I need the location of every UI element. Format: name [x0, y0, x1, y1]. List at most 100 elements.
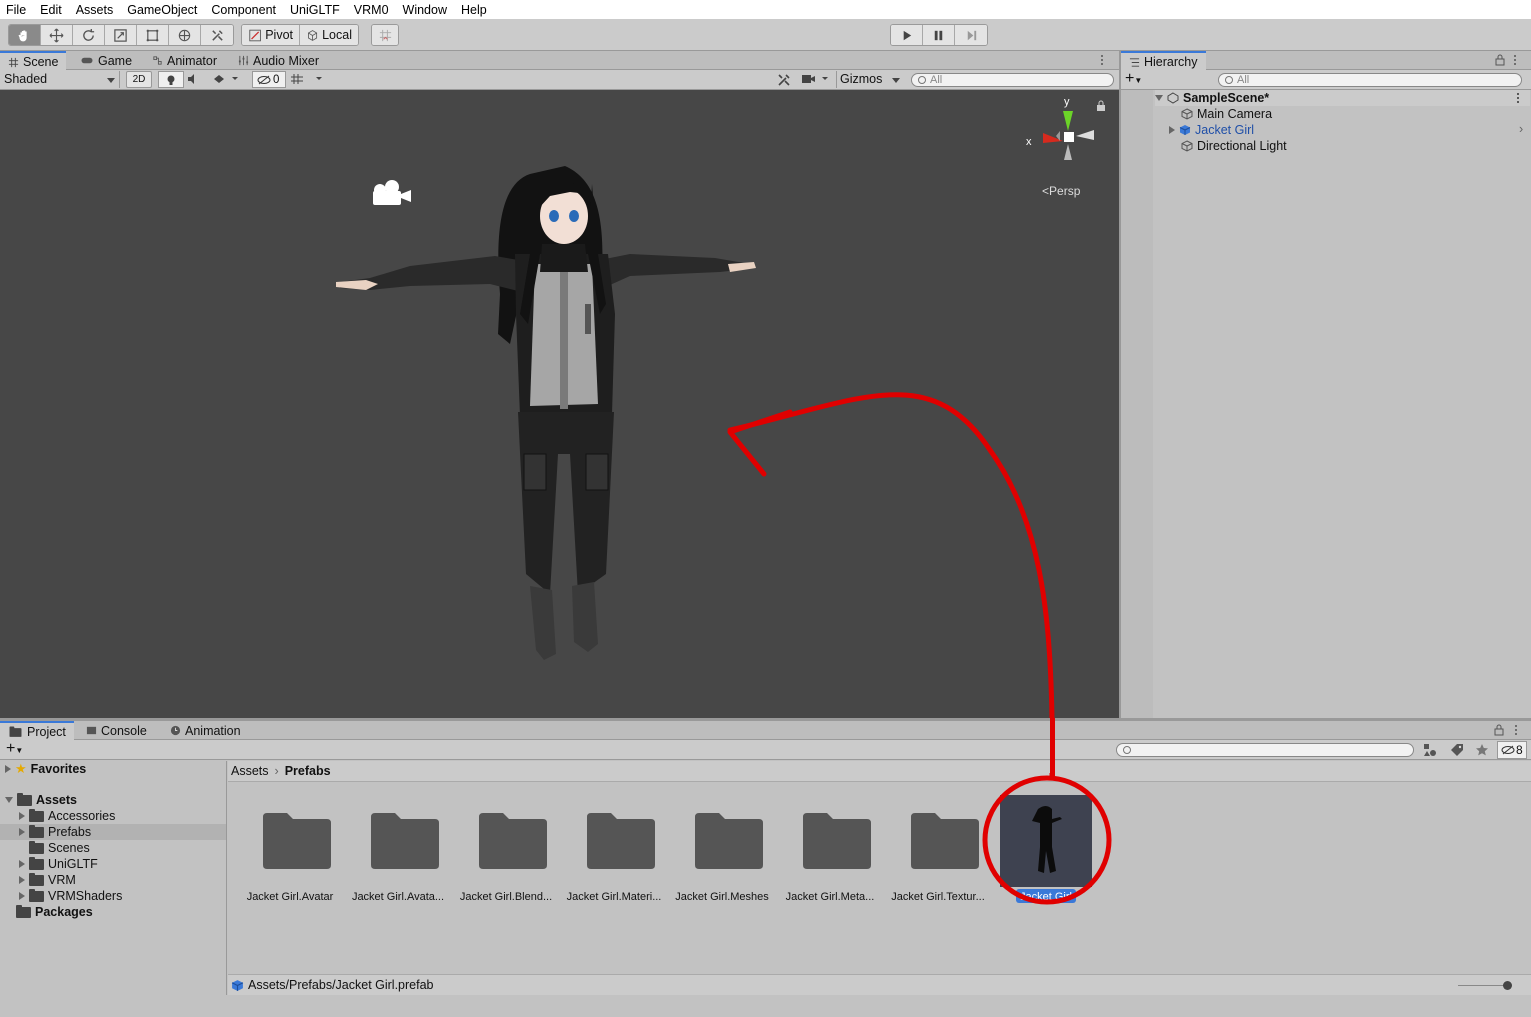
asset-folder-meta[interactable]: Jacket Girl.Meta...	[776, 785, 884, 915]
shading-mode-dropdown[interactable]: Shaded	[0, 71, 120, 88]
hierarchy-item-main-camera[interactable]: Main Camera	[1181, 106, 1272, 122]
tab-animator[interactable]: Animator	[144, 51, 225, 70]
collapse-icon[interactable]	[5, 797, 13, 803]
transform-tool-button[interactable]	[169, 25, 201, 45]
tab-console[interactable]: Console	[78, 721, 155, 740]
tab-game[interactable]: Game	[72, 51, 140, 70]
expand-icon[interactable]	[19, 860, 25, 868]
hidden-packages-toggle[interactable]: 8	[1497, 741, 1527, 759]
menu-window[interactable]: Window	[403, 3, 447, 17]
tree-folder-prefabs[interactable]: Prefabs	[0, 824, 226, 840]
expand-icon[interactable]	[19, 876, 25, 884]
tab-scene[interactable]: Scene	[0, 51, 67, 71]
menu-edit[interactable]: Edit	[40, 3, 62, 17]
tab-audio-mixer[interactable]: Audio Mixer	[230, 51, 327, 70]
icon-size-slider-track[interactable]	[1458, 985, 1508, 986]
hierarchy-item-jacket-girl[interactable]: Jacket Girl ›	[1169, 122, 1530, 138]
project-folder-tree: ★ Favorites Assets Accessories Prefabs S…	[0, 761, 227, 995]
expand-icon[interactable]	[19, 828, 25, 836]
rotate-tool-button[interactable]	[73, 25, 105, 45]
scale-tool-button[interactable]	[105, 25, 137, 45]
menu-help[interactable]: Help	[461, 3, 487, 17]
star-icon[interactable]	[1475, 743, 1489, 757]
grid-dropdown[interactable]	[290, 73, 326, 87]
scene-tools-toggle[interactable]	[777, 73, 793, 87]
asset-folder-textures[interactable]: Jacket Girl.Textur...	[884, 785, 992, 915]
breadcrumb-assets[interactable]: Assets	[231, 764, 269, 778]
tag-icon[interactable]	[1450, 743, 1464, 757]
gizmos-dropdown[interactable]: Gizmos	[836, 71, 904, 88]
expand-icon[interactable]	[19, 812, 25, 820]
effects-dropdown[interactable]	[212, 73, 242, 87]
audio-toggle[interactable]	[186, 73, 206, 87]
grid-snap-button[interactable]	[372, 25, 398, 45]
expand-icon[interactable]	[1169, 126, 1175, 134]
project-search-input[interactable]	[1116, 743, 1414, 757]
asset-folder-avatar[interactable]: Jacket Girl.Avatar	[236, 785, 344, 915]
scene-search-input[interactable]: All	[911, 73, 1114, 87]
tab-animator-label: Animator	[167, 53, 218, 68]
hierarchy-search-input[interactable]: All	[1218, 73, 1522, 87]
move-tool-button[interactable]	[41, 25, 73, 45]
filter-by-type-icon[interactable]	[1423, 743, 1437, 757]
scene-viewport[interactable]: y x <Persp	[0, 90, 1119, 718]
tree-folder-scenes[interactable]: Scenes	[29, 840, 90, 856]
tree-assets-label: Assets	[36, 793, 77, 807]
tab-hierarchy[interactable]: Hierarchy	[1121, 51, 1206, 71]
lock-icon[interactable]	[1494, 724, 1504, 736]
tree-favorites[interactable]: ★ Favorites	[5, 761, 86, 777]
hierarchy-tabstrip: Hierarchy	[1121, 51, 1531, 71]
menu-gameobject[interactable]: GameObject	[127, 3, 197, 17]
pause-button[interactable]	[923, 25, 955, 45]
tree-folder-label: Accessories	[48, 809, 116, 823]
step-button[interactable]	[955, 25, 987, 45]
scene-header-row[interactable]: SampleScene*	[1155, 90, 1530, 106]
menu-assets[interactable]: Assets	[76, 3, 114, 17]
hierarchy-item-directional-light[interactable]: Directional Light	[1181, 138, 1287, 154]
hand-tool-button[interactable]	[9, 25, 41, 45]
tab-project[interactable]: Project	[0, 721, 74, 741]
create-dropdown[interactable]: +▼	[1125, 71, 1153, 88]
asset-folder-materials[interactable]: Jacket Girl.Materi...	[560, 785, 668, 915]
breadcrumb-prefabs[interactable]: Prefabs	[285, 764, 331, 778]
folder-icon	[587, 813, 655, 869]
create-dropdown[interactable]: +▼	[6, 741, 34, 758]
rect-tool-button[interactable]	[137, 25, 169, 45]
tab-animation[interactable]: Animation	[162, 721, 249, 740]
tree-folder-accessories[interactable]: Accessories	[19, 808, 115, 824]
menu-vrm0[interactable]: VRM0	[354, 3, 389, 17]
tree-packages-label: Packages	[35, 905, 93, 919]
lock-icon[interactable]	[1495, 54, 1505, 66]
asset-folder-meshes[interactable]: Jacket Girl.Meshes	[668, 785, 776, 915]
pivot-toggle[interactable]: Pivot	[242, 25, 300, 45]
asset-folder-blend[interactable]: Jacket Girl.Blend...	[452, 785, 560, 915]
panel-menu-icon[interactable]	[1100, 54, 1104, 66]
tree-folder-vrm[interactable]: VRM	[19, 872, 76, 888]
expand-icon[interactable]	[5, 765, 11, 773]
menu-file[interactable]: File	[6, 3, 26, 17]
menu-unigltf[interactable]: UniGLTF	[290, 3, 340, 17]
panel-menu-icon[interactable]	[1513, 54, 1517, 66]
camera-dropdown[interactable]	[800, 73, 832, 87]
icon-size-slider-handle[interactable]	[1503, 981, 1512, 990]
tree-folder-vrmshaders[interactable]: VRMShaders	[19, 888, 122, 904]
scene-visibility-toggle[interactable]: 0	[252, 71, 286, 88]
tree-folder-unigltf[interactable]: UniGLTF	[19, 856, 98, 872]
local-toggle[interactable]: Local	[300, 25, 358, 45]
tree-packages[interactable]: Packages	[16, 904, 93, 920]
toggle-2d-button[interactable]: 2D	[126, 71, 152, 88]
lightbulb-icon	[167, 75, 175, 85]
play-button[interactable]	[891, 25, 923, 45]
scene-menu-icon[interactable]	[1516, 92, 1520, 104]
custom-tool-button[interactable]	[201, 25, 233, 45]
chevron-right-icon[interactable]: ›	[1519, 122, 1523, 136]
panel-menu-icon[interactable]	[1514, 724, 1518, 736]
lighting-toggle[interactable]	[158, 71, 184, 88]
tree-assets[interactable]: Assets	[5, 792, 77, 808]
asset-label: Jacket Girl.Avata...	[351, 891, 445, 903]
menu-component[interactable]: Component	[211, 3, 276, 17]
asset-folder-avatar-2[interactable]: Jacket Girl.Avata...	[344, 785, 452, 915]
collapse-icon[interactable]	[1155, 95, 1163, 101]
expand-icon[interactable]	[19, 892, 25, 900]
tab-project-label: Project	[27, 725, 66, 739]
